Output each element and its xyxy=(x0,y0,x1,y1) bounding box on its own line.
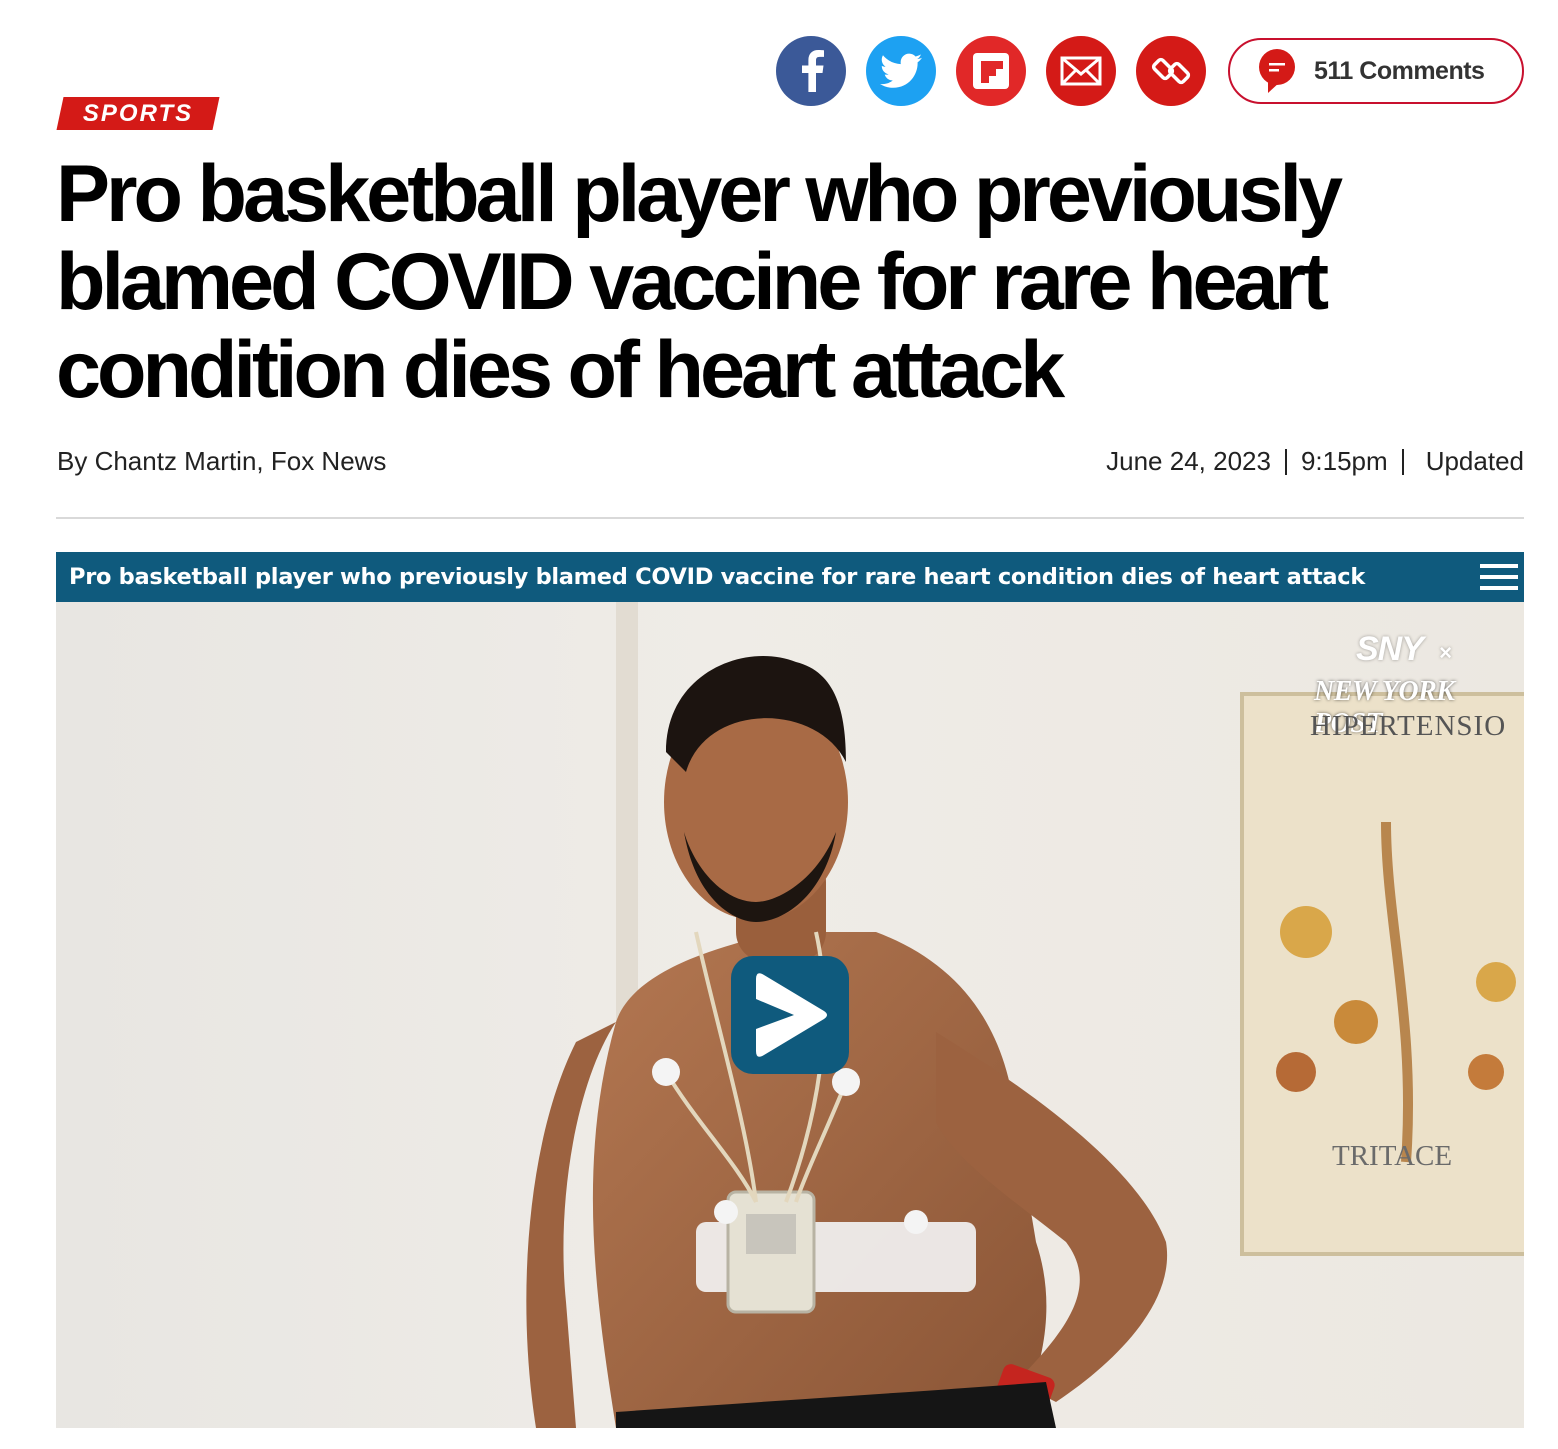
link-icon xyxy=(1151,57,1191,85)
flipboard-icon xyxy=(973,53,1009,89)
facebook-icon xyxy=(802,50,824,92)
poster-title: HIPERTENSIO xyxy=(1310,710,1507,742)
play-icon xyxy=(756,973,827,1057)
copy-link-button[interactable] xyxy=(1136,36,1206,106)
byline: By Chantz Martin, Fox News xyxy=(57,446,387,476)
updated-label: Updated xyxy=(1425,446,1524,476)
twitter-share-button[interactable] xyxy=(866,36,936,106)
share-bar: 511 Comments xyxy=(776,36,1524,106)
email-icon xyxy=(1060,56,1102,86)
category-label: SPORTS xyxy=(82,99,194,127)
category-tag[interactable]: SPORTS xyxy=(56,97,220,130)
divider xyxy=(1284,448,1287,475)
dateline: June 24, 2023 9:15pm Updated xyxy=(1106,446,1524,477)
comments-button[interactable]: 511 Comments xyxy=(1228,38,1524,104)
video-title: Pro basketball player who previously bla… xyxy=(69,564,1365,590)
video-title-bar: Pro basketball player who previously bla… xyxy=(56,552,1524,602)
publish-date: June 24, 2023 xyxy=(1106,446,1271,476)
publish-time: 9:15pm xyxy=(1300,446,1388,476)
comment-bubble-icon xyxy=(1259,49,1295,93)
email-share-button[interactable] xyxy=(1046,36,1116,106)
video-player[interactable]: Pro basketball player who previously bla… xyxy=(56,552,1524,1428)
network-logo: SNY xyxy=(1356,630,1423,668)
poster-brand: TRITACE xyxy=(1332,1140,1453,1172)
divider xyxy=(1401,448,1404,475)
facebook-share-button[interactable] xyxy=(776,36,846,106)
separator-rule xyxy=(56,517,1524,519)
network-watermark: SNY × xyxy=(1356,630,1452,669)
twitter-icon xyxy=(880,53,922,88)
flipboard-share-button[interactable] xyxy=(956,36,1026,106)
article-headline: Pro basketball player who previously bla… xyxy=(56,149,1343,415)
play-button[interactable] xyxy=(731,956,849,1074)
collab-x: × xyxy=(1438,640,1452,665)
playlist-menu-button[interactable] xyxy=(1480,564,1518,590)
comments-count: 511 Comments xyxy=(1314,56,1485,85)
